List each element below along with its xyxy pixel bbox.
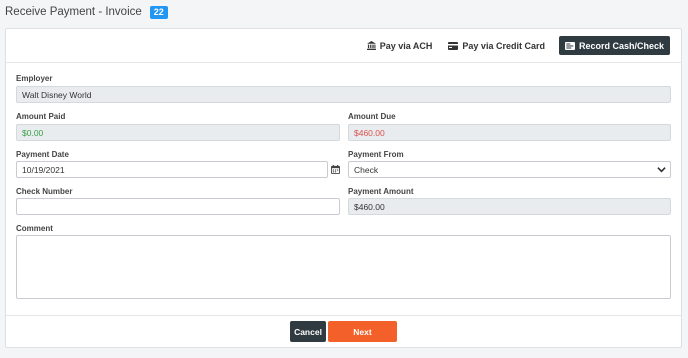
toolbar-divider [6, 62, 681, 63]
cancel-button[interactable]: Cancel [290, 321, 326, 342]
employer-label: Employer [16, 74, 53, 83]
payment-date-label: Payment Date [16, 150, 69, 159]
comment-label: Comment [16, 224, 53, 233]
check-number-label: Check Number [16, 187, 73, 196]
amount-due-field: $460.00 [348, 124, 671, 141]
payment-from-value: Check [354, 164, 379, 175]
credit-card-icon [448, 41, 459, 50]
next-button[interactable]: Next [328, 321, 397, 342]
footer-divider [6, 315, 681, 316]
payment-date-input[interactable]: 10/19/2021 [16, 161, 328, 178]
pay-via-credit-card-label: Pay via Credit Card [462, 40, 545, 51]
page-title: Receive Payment - Invoice [5, 6, 142, 18]
amount-due-label: Amount Due [348, 112, 396, 121]
comment-textarea[interactable] [16, 235, 671, 299]
amount-paid-label: Amount Paid [16, 112, 66, 121]
pay-via-credit-card-button[interactable]: Pay via Credit Card [446, 37, 547, 55]
payment-amount-label: Payment Amount [348, 187, 414, 196]
record-cash-check-label: Record Cash/Check [578, 40, 664, 51]
chevron-down-icon [657, 167, 666, 173]
payment-amount-field: $460.00 [348, 198, 671, 215]
payment-from-label: Payment From [348, 150, 404, 159]
bank-icon [366, 41, 376, 50]
page-header: Receive Payment - Invoice 22 [5, 4, 168, 20]
payment-from-select[interactable]: Check [348, 161, 671, 178]
pay-via-ach-label: Pay via ACH [379, 40, 433, 51]
pay-via-ach-button[interactable]: Pay via ACH [365, 37, 435, 55]
invoice-number-badge: 22 [149, 5, 168, 19]
payment-method-toolbar: Pay via ACH Pay via Credit Card Record C… [365, 36, 670, 55]
employer-field: Walt Disney World [16, 86, 671, 103]
record-cash-check-button[interactable]: Record Cash/Check [558, 36, 670, 55]
cash-icon [564, 41, 575, 50]
calendar-icon[interactable] [331, 165, 340, 174]
footer-actions: Cancel Next [6, 321, 681, 342]
payment-card: Pay via ACH Pay via Credit Card Record C… [5, 28, 682, 348]
amount-paid-field: $0.00 [16, 124, 340, 141]
check-number-input[interactable] [16, 198, 340, 215]
